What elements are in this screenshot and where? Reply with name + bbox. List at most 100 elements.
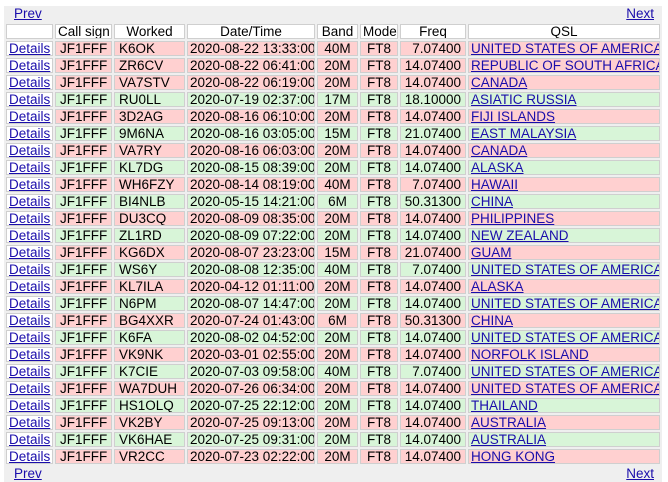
worked-callsign-cell: DU3CQ	[114, 211, 185, 226]
details-link[interactable]: Details	[9, 416, 50, 429]
freq-cell: 14.07400	[400, 228, 466, 243]
call-sign-cell: JF1FFF	[55, 109, 112, 124]
details-link[interactable]: Details	[9, 246, 50, 259]
qsl-country-link[interactable]: UNITED STATES OF AMERICA	[471, 42, 659, 55]
details-link[interactable]: Details	[9, 365, 50, 378]
mode-cell: FT8	[360, 279, 398, 294]
details-link[interactable]: Details	[9, 297, 50, 310]
worked-callsign-cell: K7CIE	[114, 364, 185, 379]
mode-cell: FT8	[360, 364, 398, 379]
qsl-country-link[interactable]: AUSTRALIA	[471, 416, 546, 429]
call-sign-cell: JF1FFF	[55, 296, 112, 311]
mode-cell: FT8	[360, 381, 398, 396]
band-cell: 17M	[317, 92, 358, 107]
qsl-country-link[interactable]: UNITED STATES OF AMERICA	[471, 331, 659, 344]
bottom-pagination: Prev Next	[4, 466, 662, 482]
mode-cell: FT8	[360, 432, 398, 447]
details-link[interactable]: Details	[9, 110, 50, 123]
table-row: Details JF1FFF K6FA 2020-08-02 04:52:00 20M F…	[6, 330, 660, 345]
band-cell: 20M	[317, 143, 358, 158]
band-cell: 20M	[317, 109, 358, 124]
datetime-cell: 2020-08-16 03:05:00	[187, 126, 315, 141]
details-link[interactable]: Details	[9, 161, 50, 174]
qsl-country-link[interactable]: CHINA	[471, 195, 513, 208]
datetime-cell: 2020-08-02 04:52:00	[187, 330, 315, 345]
table-row: Details JF1FFF VR2CC 2020-07-23 02:22:00 20M…	[6, 449, 660, 464]
worked-callsign-cell: VK6HAE	[114, 432, 185, 447]
qsl-country-link[interactable]: CANADA	[471, 76, 527, 89]
worked-callsign-cell: WA7DUH	[114, 381, 185, 396]
qsl-country-link[interactable]: AUSTRALIA	[471, 433, 546, 446]
qsl-country-cell: HONG KONG	[468, 449, 660, 464]
prev-link-top[interactable]: Prev	[14, 6, 42, 22]
table-row: Details JF1FFF BG4XXR 2020-07-24 01:43:00 6M…	[6, 313, 660, 328]
details-link[interactable]: Details	[9, 229, 50, 242]
details-link[interactable]: Details	[9, 450, 50, 463]
qsl-country-link[interactable]: UNITED STATES OF AMERICA	[471, 297, 659, 310]
qsl-country-link[interactable]: UNITED STATES OF AMERICA	[471, 382, 659, 395]
qsl-country-link[interactable]: NORFOLK ISLAND	[471, 348, 589, 361]
band-cell: 40M	[317, 41, 358, 56]
qsl-country-link[interactable]: ALASKA	[471, 161, 524, 174]
qsl-country-link[interactable]: ALASKA	[471, 280, 524, 293]
details-link[interactable]: Details	[9, 399, 50, 412]
qsl-country-link[interactable]: UNITED STATES OF AMERICA	[471, 365, 659, 378]
details-cell: Details	[6, 58, 53, 73]
table-row: Details JF1FFF WA7DUH 2020-07-26 06:34:00 20…	[6, 381, 660, 396]
details-link[interactable]: Details	[9, 127, 50, 140]
details-link[interactable]: Details	[9, 76, 50, 89]
datetime-cell: 2020-05-15 14:21:00	[187, 194, 315, 209]
details-link[interactable]: Details	[9, 263, 50, 276]
details-cell: Details	[6, 194, 53, 209]
band-cell: 20M	[317, 228, 358, 243]
worked-callsign-cell: WS6Y	[114, 262, 185, 277]
qsl-country-link[interactable]: FIJI ISLANDS	[471, 110, 555, 123]
next-link-bottom[interactable]: Next	[626, 466, 654, 482]
qsl-country-link[interactable]: UNITED STATES OF AMERICA	[471, 263, 659, 276]
prev-link-bottom[interactable]: Prev	[14, 466, 42, 482]
qsl-country-link[interactable]: EAST MALAYSIA	[471, 127, 576, 140]
details-link[interactable]: Details	[9, 42, 50, 55]
qsl-country-link[interactable]: CHINA	[471, 314, 513, 327]
worked-callsign-cell: VR2CC	[114, 449, 185, 464]
details-link[interactable]: Details	[9, 93, 50, 106]
details-link[interactable]: Details	[9, 433, 50, 446]
details-cell: Details	[6, 364, 53, 379]
qsl-country-cell: CANADA	[468, 75, 660, 90]
band-cell: 20M	[317, 58, 358, 73]
qsl-country-link[interactable]: HAWAII	[471, 178, 518, 191]
details-link[interactable]: Details	[9, 314, 50, 327]
worked-callsign-cell: BI4NLB	[114, 194, 185, 209]
mode-cell: FT8	[360, 262, 398, 277]
mode-cell: FT8	[360, 143, 398, 158]
details-cell: Details	[6, 75, 53, 90]
qsl-country-link[interactable]: GUAM	[471, 246, 512, 259]
qsl-country-cell: GUAM	[468, 245, 660, 260]
table-row: Details JF1FFF VA7RY 2020-08-16 06:03:00 20M…	[6, 143, 660, 158]
details-link[interactable]: Details	[9, 195, 50, 208]
details-link[interactable]: Details	[9, 348, 50, 361]
qsl-country-link[interactable]: HONG KONG	[471, 450, 555, 463]
qsl-country-link[interactable]: ASIATIC RUSSIA	[471, 93, 577, 106]
table-row: Details JF1FFF RU0LL 2020-07-19 02:37:00 17M…	[6, 92, 660, 107]
qsl-country-cell: UNITED STATES OF AMERICA	[468, 262, 660, 277]
qsl-country-cell: UNITED STATES OF AMERICA	[468, 41, 660, 56]
call-sign-cell: JF1FFF	[55, 211, 112, 226]
qsl-country-link[interactable]: THAILAND	[471, 399, 538, 412]
qsl-country-link[interactable]: CANADA	[471, 144, 527, 157]
qsl-country-link[interactable]: NEW ZEALAND	[471, 229, 569, 242]
details-link[interactable]: Details	[9, 178, 50, 191]
qsl-country-link[interactable]: REPUBLIC OF SOUTH AFRICA	[471, 59, 659, 72]
details-link[interactable]: Details	[9, 144, 50, 157]
freq-cell: 14.07400	[400, 109, 466, 124]
qsl-country-link[interactable]: PHILIPPINES	[471, 212, 554, 225]
qsl-country-cell: UNITED STATES OF AMERICA	[468, 381, 660, 396]
mode-cell: FT8	[360, 75, 398, 90]
details-link[interactable]: Details	[9, 331, 50, 344]
details-link[interactable]: Details	[9, 212, 50, 225]
next-link-top[interactable]: Next	[626, 6, 654, 22]
details-link[interactable]: Details	[9, 280, 50, 293]
details-link[interactable]: Details	[9, 382, 50, 395]
table-row: Details JF1FFF ZL1RD 2020-08-09 07:22:00 20M…	[6, 228, 660, 243]
details-link[interactable]: Details	[9, 59, 50, 72]
